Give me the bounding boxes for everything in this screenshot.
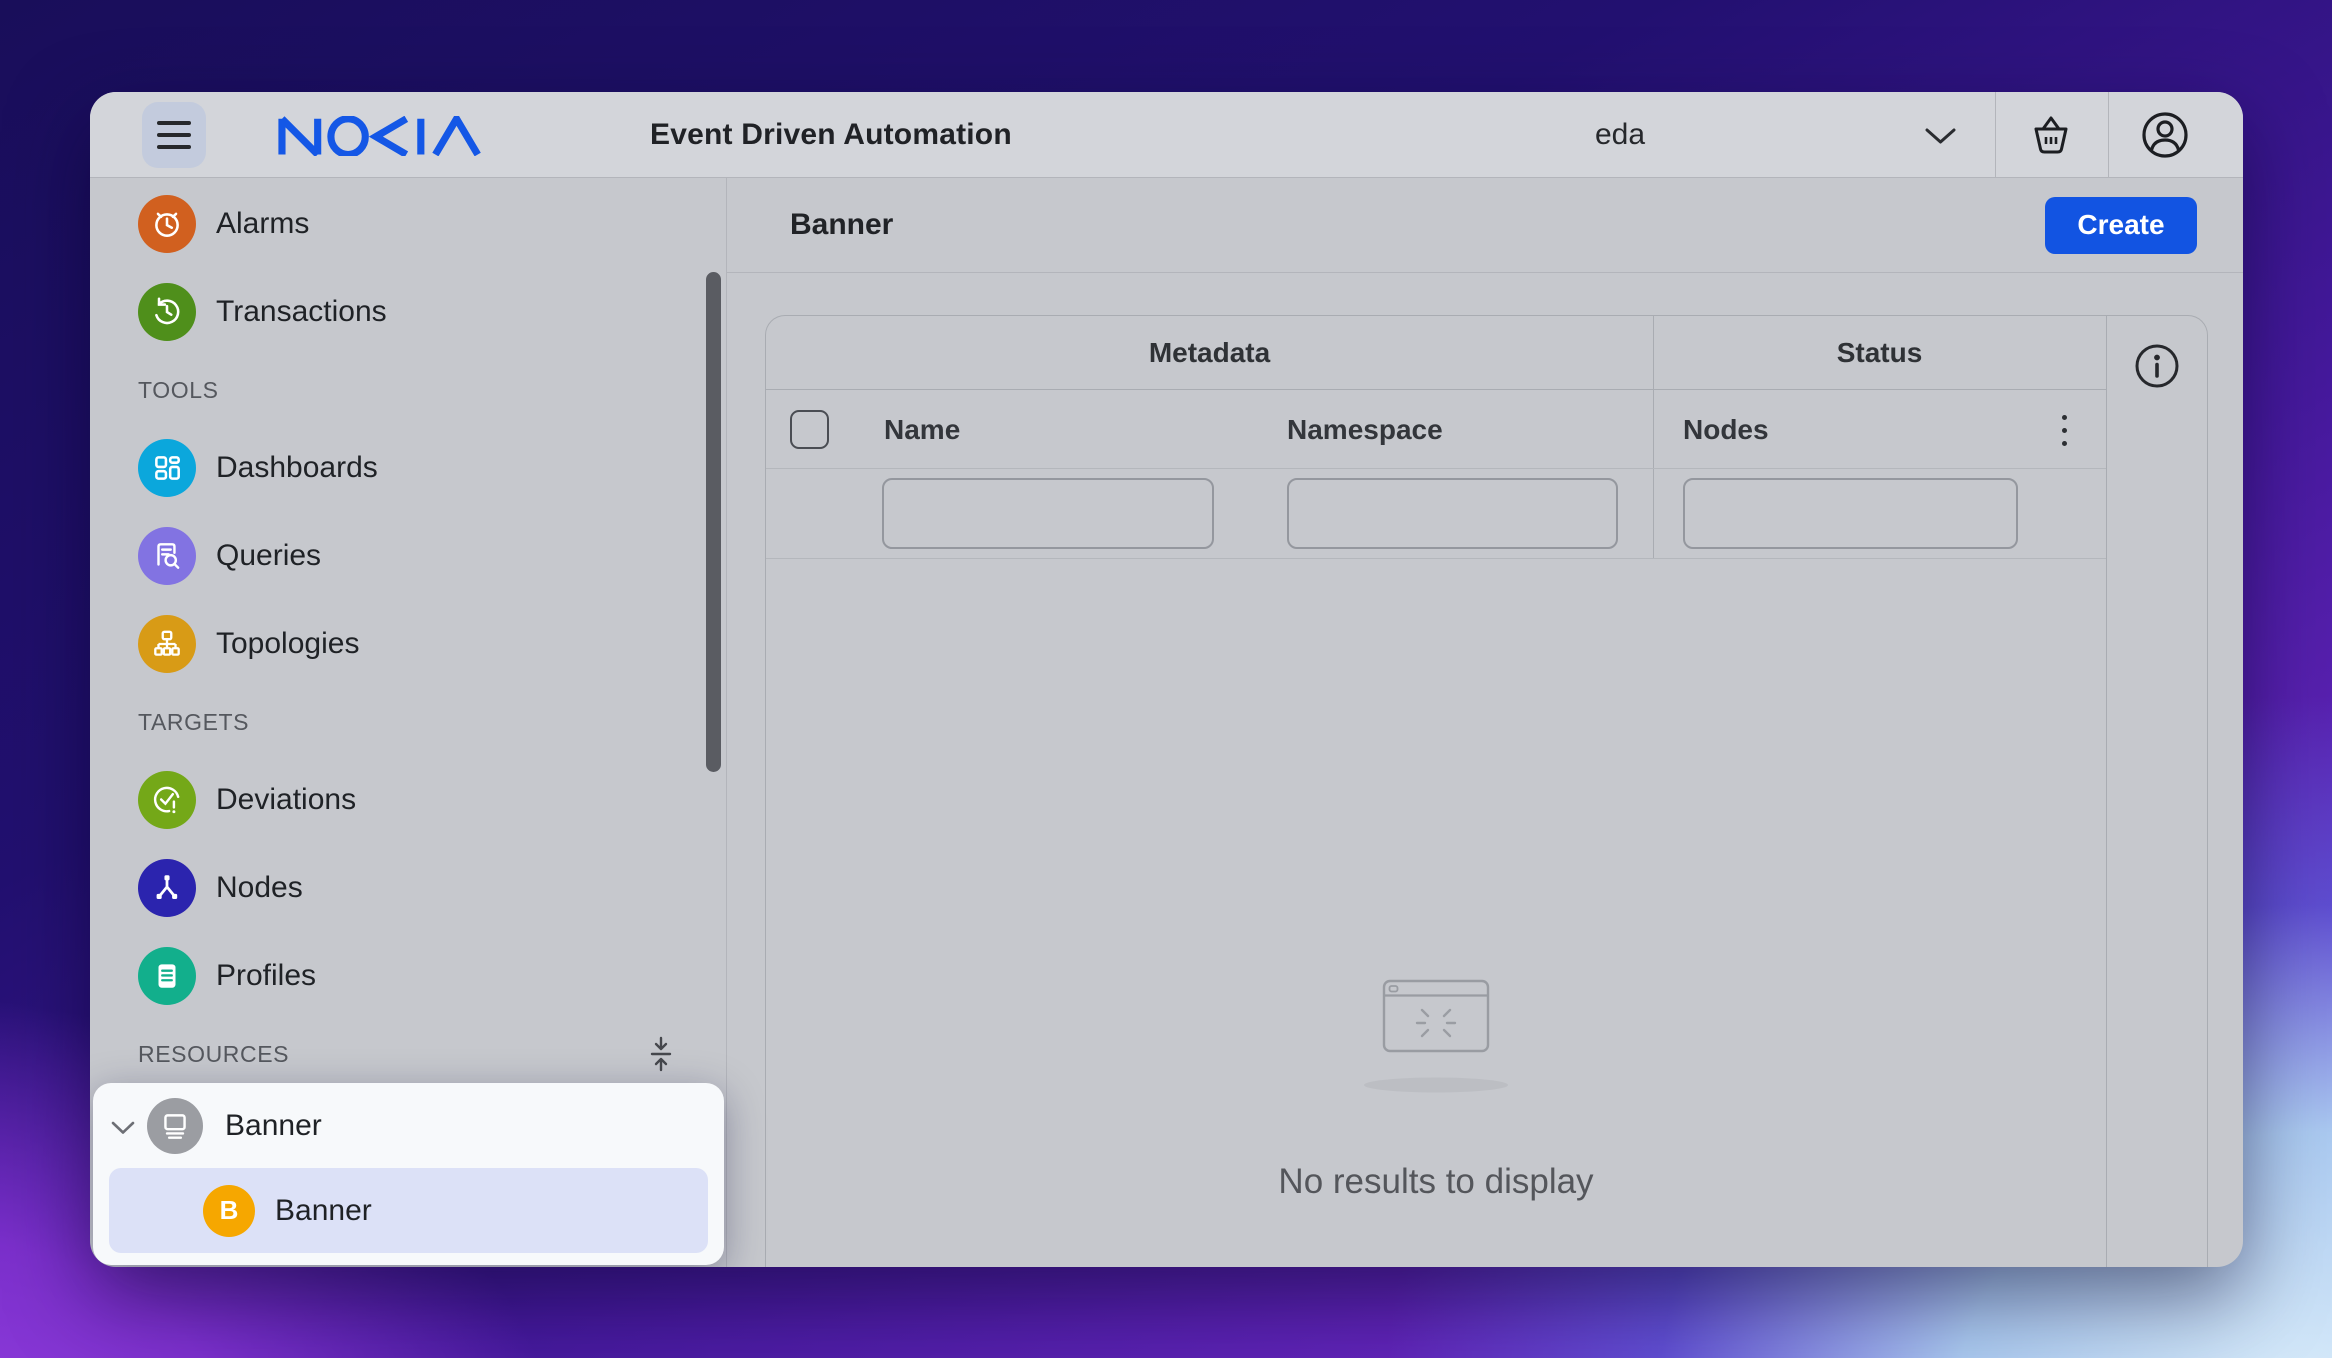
main-panel: Banner Create Metadata Status Name Names… [727,178,2243,1267]
chevron-down-icon[interactable] [1925,128,1956,150]
table-column-header: Name Namespace Nodes [766,390,2106,469]
alarm-clock-icon [138,195,196,253]
group-metadata: Metadata [1148,336,1271,368]
document-search-icon [138,527,196,585]
org-chart-icon [138,615,196,673]
sidebar-scrollbar[interactable] [706,272,721,772]
cart-icon[interactable] [2008,92,2094,178]
empty-message: No results to display [1278,1162,1594,1201]
sidebar-section-resources: RESOURCES [90,1020,726,1088]
info-icon[interactable] [2133,342,2181,393]
sidebar-item-profiles[interactable]: Profiles [90,932,726,1020]
table-card: Metadata Status Name Namespace Nodes No … [765,315,2208,1267]
banner-screen-icon [147,1097,203,1154]
header-divider [1995,92,1996,178]
table-side-gutter [2107,316,2207,1267]
tenant-value: eda [1595,118,1646,151]
sidebar-item-label: Nodes [216,871,303,904]
table: Metadata Status Name Namespace Nodes No … [766,316,2107,1267]
page-header: Banner Create [727,178,2243,273]
nokia-logo [278,111,524,161]
app-title: Event Driven Automation [650,118,1012,151]
table-filter-row [766,469,2106,559]
history-icon [138,283,196,341]
table-group-header: Metadata Status [766,316,2106,390]
sidebar-section-targets: TARGETS [138,708,250,735]
banner-badge-icon: B [203,1184,255,1237]
group-status: Status [1836,336,1923,368]
sidebar-item-label: Transactions [216,295,387,328]
sidebar-item-alarms[interactable]: Alarms [90,180,726,268]
collapse-vertical-icon[interactable] [646,1036,676,1075]
sidebar-item-transactions[interactable]: Transactions [90,268,726,356]
create-button[interactable]: Create [2045,196,2197,254]
content-area: Metadata Status Name Namespace Nodes No … [727,273,2243,1267]
sidebar-item-banner[interactable]: Banner [93,1083,724,1168]
sidebar-item-queries[interactable]: Queries [90,512,726,600]
sidebar-item-nodes[interactable]: Nodes [90,844,726,932]
kebab-menu-icon[interactable] [2044,404,2084,456]
check-alert-icon [138,771,196,829]
page-title: Banner [790,208,894,241]
column-namespace[interactable]: Namespace [1287,390,1443,469]
sidebar-section-tools: TOOLS [138,376,219,403]
sidebar-item-banner-resource[interactable]: B Banner [109,1168,708,1253]
app-header: Event Driven Automation eda [90,92,2243,178]
select-all-checkbox[interactable] [790,410,829,449]
nodes-filter-input[interactable] [1683,478,2018,549]
sidebar-item-deviations[interactable]: Deviations [90,756,726,844]
dashboard-icon [138,439,196,497]
sidebar-item-label: Banner [225,1108,322,1142]
sidebar-item-label: Dashboards [216,451,378,484]
name-filter-input[interactable] [882,478,1214,549]
header-divider [2108,92,2109,178]
banner-spotlight-panel: Banner B Banner [93,1083,724,1265]
table-empty-state: No results to display [766,559,2106,1267]
column-nodes[interactable]: Nodes [1683,390,1769,469]
sidebar-item-label: Topologies [216,627,360,660]
document-lines-icon [138,947,196,1005]
column-name[interactable]: Name [884,390,960,469]
sidebar-item-topologies[interactable]: Topologies [90,600,726,688]
empty-window-icon [1360,979,1512,1102]
sidebar-item-label: Deviations [216,783,357,816]
chevron-down-icon[interactable] [111,1109,135,1143]
sidebar-item-label: Banner [275,1193,372,1227]
user-icon[interactable] [2122,92,2208,178]
sidebar-item-label: Profiles [216,959,317,992]
app-window: Event Driven Automation eda Alarms Trans… [90,92,2243,1267]
menu-icon[interactable] [142,102,206,168]
sidebar-item-label: Alarms [216,207,310,240]
sidebar-item-label: Queries [216,539,322,572]
tenant-selector[interactable]: eda [1595,92,1645,178]
sidebar-item-dashboards[interactable]: Dashboards [90,424,726,512]
namespace-filter-input[interactable] [1287,478,1618,549]
network-node-icon [138,859,196,917]
